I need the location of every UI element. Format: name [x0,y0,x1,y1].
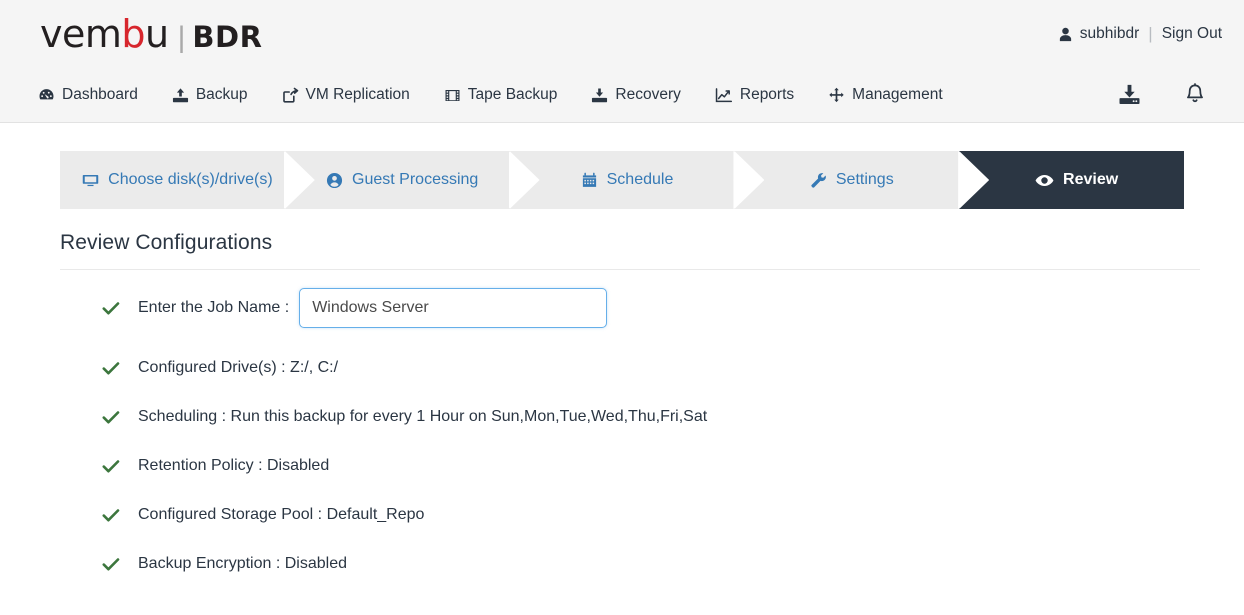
check-icon [102,301,124,316]
nav-item-backup[interactable]: Backup [172,86,248,104]
job-name-label: Enter the Job Name : [138,299,290,316]
download-icon [591,87,608,104]
nav-label: Backup [195,86,248,103]
review-row-text: Backup Encryption : Disabled [138,555,347,572]
nav-label: Tape Backup [467,86,558,103]
wizard-step-settings[interactable]: Settings [734,151,960,209]
review-row-retention-policy: Retention Policy : Disabled [102,452,1200,480]
page-title: Review Configurations [60,231,273,254]
review-list: Enter the Job Name : Configured Drive(s)… [60,288,1200,578]
wizard-step-guest-processing[interactable]: Guest Processing [284,151,510,209]
account-separator: | [1148,24,1153,43]
main-navigation: Dashboard Backup VM Replication Tape Bac… [0,68,1244,123]
top-brand-bar: vem b u | BDR subhibdr | Sign Out [0,0,1244,68]
review-row-storage-pool: Configured Storage Pool : Default_Repo [102,501,1200,529]
review-row-text: Retention Policy : Disabled [138,457,330,474]
check-icon [102,410,124,425]
user-icon [1058,27,1073,42]
check-icon [102,459,124,474]
logo-text-u: u [145,12,169,56]
line-chart-icon [715,87,733,104]
nav-item-dashboard[interactable]: Dashboard [38,86,138,104]
wrench-icon [810,172,827,189]
download-tray-icon[interactable] [1117,83,1142,107]
wizard-step-review[interactable]: Review [959,151,1184,209]
review-row-drives: Configured Drive(s) : Z:/, C:/ [102,354,1200,382]
wizard-step-label: Schedule [606,171,674,188]
username-label: subhibdr [1079,25,1140,42]
share-square-icon [282,87,299,104]
logo-separator: | [177,21,186,54]
nav-label: Reports [739,86,795,103]
wizard-step-label: Choose disk(s)/drive(s) [108,171,273,188]
arrows-move-icon [828,87,845,104]
bell-icon[interactable] [1184,83,1206,107]
nav-label: VM Replication [305,86,410,103]
nav-item-tape-backup[interactable]: Tape Backup [444,86,558,104]
nav-item-recovery[interactable]: Recovery [591,86,681,104]
wizard-steps: Choose disk(s)/drive(s) Guest Processing… [60,151,1184,209]
tachometer-icon [38,87,55,104]
nav-label: Recovery [615,86,681,103]
logo-text-vem: vem [40,12,122,56]
eye-icon [1035,172,1054,189]
sign-out-link[interactable]: Sign Out [1162,25,1222,43]
review-row-text: Configured Storage Pool : Default_Repo [138,506,425,523]
job-name-input[interactable] [299,288,608,328]
nav-item-management[interactable]: Management [828,86,943,104]
check-icon [102,508,124,523]
wizard-step-label: Guest Processing [352,171,479,188]
wizard-step-label: Settings [835,171,894,188]
nav-right-icons [1117,83,1222,107]
nav-item-reports[interactable]: Reports [715,86,794,104]
check-icon [102,361,124,376]
review-content: Review Configurations Enter the Job Name… [60,231,1200,578]
review-row-text: Scheduling : Run this backup for every 1… [138,408,708,425]
film-icon [444,87,461,104]
desktop-icon [82,172,99,189]
wizard-step-choose-disks[interactable]: Choose disk(s)/drive(s) [60,151,285,209]
logo-text-bdr: BDR [192,20,263,54]
nav-item-vm-replication[interactable]: VM Replication [282,86,410,104]
nav-label: Dashboard [62,86,138,103]
nav-label: Management [852,86,943,103]
review-row-backup-encryption: Backup Encryption : Disabled [102,550,1200,578]
vembu-bdr-logo[interactable]: vem b u | BDR [40,12,262,56]
calendar-icon [581,172,598,189]
user-circle-icon [326,172,343,189]
title-divider [60,269,1200,270]
review-row-text: Configured Drive(s) : Z:/, C:/ [138,359,339,376]
account-area: subhibdr | Sign Out [1058,24,1222,44]
nav-items: Dashboard Backup VM Replication Tape Bac… [38,86,977,104]
upload-icon [172,87,189,104]
wizard-step-schedule[interactable]: Schedule [509,151,735,209]
review-row-job-name: Enter the Job Name : [102,288,1200,328]
logo-text-b: b [121,12,146,56]
review-row-scheduling: Scheduling : Run this backup for every 1… [102,403,1200,431]
check-icon [102,557,124,572]
wizard-step-label: Review [1063,171,1119,188]
